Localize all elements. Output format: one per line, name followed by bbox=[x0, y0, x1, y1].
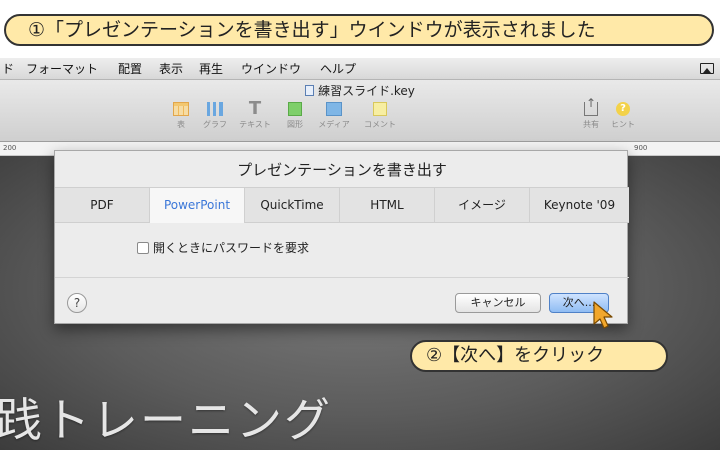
media-icon bbox=[326, 102, 342, 116]
toolbar-shape-label: 図形 bbox=[287, 120, 303, 129]
menu-item-format[interactable]: フォーマット bbox=[26, 58, 98, 80]
annotation-band: ①「プレゼンテーションを書き出す」ウインドウが表示されました bbox=[0, 0, 720, 56]
window-toolbar: 練習スライド.key 表 グラフ T テキスト 図形 メディア コメント 共有 … bbox=[0, 80, 720, 142]
pointer-cursor-icon bbox=[593, 301, 613, 329]
export-dialog-title: プレゼンテーションを書き出す bbox=[237, 161, 447, 179]
menu-item-window[interactable]: ウインドウ bbox=[241, 58, 301, 80]
toolbar-comment-label: コメント bbox=[364, 120, 396, 129]
toolbar-comment-button[interactable]: コメント bbox=[360, 102, 400, 130]
toolbar-table-label: 表 bbox=[177, 120, 185, 129]
tab-html[interactable]: HTML bbox=[340, 188, 435, 223]
toolbar-shape-button[interactable]: 図形 bbox=[282, 102, 308, 130]
annotation-callout-bottom: ②【次へ】をクリック bbox=[410, 340, 668, 372]
tab-keynote09[interactable]: Keynote '09 bbox=[530, 188, 629, 223]
menu-item-view[interactable]: 表示 bbox=[159, 58, 183, 80]
ruler-right-value: 900 bbox=[634, 144, 648, 152]
toolbar-media-label: メディア bbox=[318, 120, 350, 129]
airplay-icon[interactable] bbox=[700, 63, 714, 74]
keynote-document-icon bbox=[305, 85, 315, 96]
table-icon bbox=[173, 102, 189, 116]
menu-item-play[interactable]: 再生 bbox=[199, 58, 223, 80]
menu-item-help[interactable]: ヘルプ bbox=[320, 58, 356, 80]
tab-powerpoint[interactable]: PowerPoint bbox=[150, 188, 245, 223]
document-title-text: 練習スライド.key bbox=[318, 84, 415, 98]
hint-icon: ? bbox=[616, 102, 630, 116]
toolbar-text-button[interactable]: T テキスト bbox=[236, 98, 274, 130]
cancel-button[interactable]: キャンセル bbox=[455, 293, 541, 313]
toolbar-text-label: テキスト bbox=[239, 120, 271, 129]
tab-pdf[interactable]: PDF bbox=[55, 188, 150, 223]
share-icon bbox=[584, 96, 598, 116]
password-option-label: 開くときにパスワードを要求 bbox=[153, 241, 310, 255]
export-dialog: プレゼンテーションを書き出す PDF PowerPoint QuickTime … bbox=[54, 150, 629, 324]
slide-title-text: 践トレーニング bbox=[0, 393, 332, 447]
toolbar-chart-label: グラフ bbox=[203, 120, 227, 129]
toolbar-chart-button[interactable]: グラフ bbox=[198, 102, 232, 130]
dialog-divider bbox=[55, 277, 629, 278]
password-checkbox[interactable] bbox=[137, 242, 149, 254]
comment-icon bbox=[373, 102, 387, 116]
toolbar-hint-button[interactable]: ? ヒント bbox=[608, 102, 638, 130]
toolbar-table-button[interactable]: 表 bbox=[170, 102, 192, 130]
toolbar-share-label: 共有 bbox=[583, 120, 599, 129]
menu-item-partial[interactable]: ド bbox=[2, 58, 14, 80]
toolbar-share-button[interactable]: 共有 bbox=[578, 96, 604, 130]
ruler-left-value: 200 bbox=[3, 144, 17, 152]
tab-quicktime[interactable]: QuickTime bbox=[245, 188, 340, 223]
document-title: 練習スライド.key bbox=[0, 82, 720, 99]
tab-image[interactable]: イメージ bbox=[435, 188, 530, 223]
shape-icon bbox=[288, 102, 302, 116]
chart-icon bbox=[207, 102, 223, 116]
annotation-callout-top: ①「プレゼンテーションを書き出す」ウインドウが表示されました bbox=[4, 14, 714, 46]
menu-item-arrange[interactable]: 配置 bbox=[118, 58, 142, 80]
toolbar-media-button[interactable]: メディア bbox=[314, 102, 354, 130]
password-option[interactable]: 開くときにパスワードを要求 bbox=[137, 239, 309, 256]
text-icon: T bbox=[248, 98, 262, 119]
toolbar-hint-label: ヒント bbox=[611, 120, 635, 129]
menu-bar: ド フォーマット 配置 表示 再生 ウインドウ ヘルプ bbox=[0, 58, 720, 80]
export-format-tabs: PDF PowerPoint QuickTime HTML イメージ Keyno… bbox=[55, 187, 629, 223]
help-button[interactable]: ? bbox=[67, 293, 87, 313]
